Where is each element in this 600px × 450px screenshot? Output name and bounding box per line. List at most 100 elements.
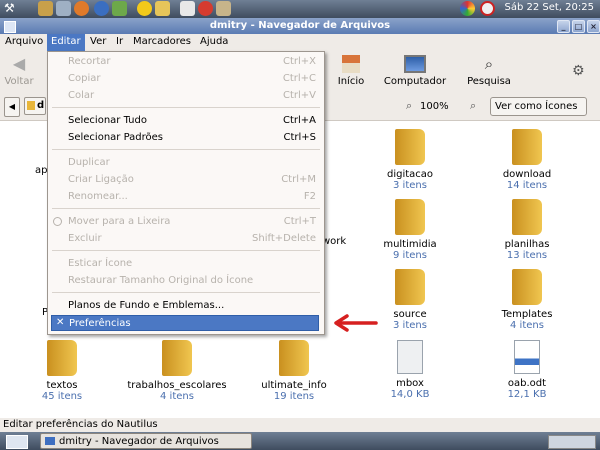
folder-item[interactable]: planilhas 13 itens [472,199,582,261]
folder-item[interactable]: ultimate_info 19 itens [239,340,349,402]
menu-arquivo[interactable]: Arquivo [5,36,43,47]
file-item[interactable]: mbox 14,0 KB [355,340,465,400]
footprint-menu-icon[interactable]: ⚒ [4,1,19,16]
minimize-button[interactable]: _ [557,20,570,33]
path-folder-icon [27,101,35,110]
cut-label: Recortar [68,56,111,67]
file-item[interactable]: oab.odt 12,1 KB [472,340,582,400]
home-launcher-icon[interactable] [38,1,53,16]
stretch-label: Esticar Ícone [68,258,133,269]
folder-icon [395,129,425,165]
menu-item-restore-icon-size[interactable]: Restaurar Tamanho Original do Ícone [48,273,324,289]
close-button[interactable]: × [587,20,600,33]
menu-separator [52,208,320,209]
file-name: download [502,169,552,180]
folder-item[interactable]: Templates 4 itens [472,269,582,331]
menu-item-duplicate[interactable]: Duplicar [48,155,324,171]
document-launcher-icon[interactable] [180,1,195,16]
partial-file-label: ap [35,165,48,176]
menu-item-make-link[interactable]: Criar Ligação Ctrl+M [48,172,324,188]
menu-item-select-pattern[interactable]: Selecionar Padrões Ctrl+S [48,130,324,146]
file-name: mbox [396,378,424,389]
menu-item-copy[interactable]: Copiar Ctrl+C [48,71,324,87]
preferences-tools-icon: ✕ [56,317,65,328]
menu-item-move-to-trash[interactable]: Mover para a Lixeira Ctrl+T [48,214,324,230]
stop-launcher-icon[interactable] [198,1,213,16]
copy-label: Copiar [68,73,101,84]
clock[interactable]: Sáb 22 Set, 20:25 [504,2,594,13]
menu-item-backgrounds[interactable]: Planos de Fundo e Emblemas... [48,298,324,314]
menu-item-stretch-icon[interactable]: Esticar Ícone [48,256,324,272]
window-title: dmitry - Navegador de Arquivos [209,20,391,31]
mail-launcher-icon[interactable] [155,1,170,16]
window-app-icon [45,437,55,445]
file-name: oab.odt [507,378,547,389]
search-icon: ⌕ [484,55,494,73]
file-info: 3 itens [393,180,427,191]
menu-separator [52,149,320,150]
package-launcher-icon[interactable] [216,1,231,16]
file-info: 14,0 KB [390,389,430,400]
bottom-panel: dmitry - Navegador de Arquivos [0,432,600,450]
folder-item[interactable]: textos 45 itens [7,340,117,402]
maximize-button[interactable]: □ [572,20,585,33]
browser-launcher-icon[interactable] [74,1,89,16]
copy-shortcut: Ctrl+C [282,73,316,84]
back-label: Voltar [4,76,34,87]
menu-marcadores[interactable]: Marcadores [133,36,191,47]
make-link-label: Criar Ligação [68,174,134,185]
file-name: ultimate_info [261,380,327,391]
zoom-level[interactable]: 100% [420,101,449,112]
preferences-label: Preferências [69,318,131,329]
trash-launcher-icon[interactable] [56,1,71,16]
network-status-icon[interactable] [480,1,495,16]
computer-button[interactable]: Computador [382,55,448,87]
home-label: Início [337,76,365,87]
zoom-in-icon[interactable]: ⌕ [470,99,476,113]
search-button[interactable]: ⌕ Pesquisa [464,55,514,87]
file-info: 13 itens [506,250,548,261]
paste-shortcut: Ctrl+V [282,90,316,101]
search-label: Pesquisa [467,76,511,87]
tool-launcher-icon[interactable] [112,1,127,16]
view-mode-select[interactable]: Ver como Ícones [490,97,587,116]
menu-item-select-all[interactable]: Selecionar Tudo Ctrl+A [48,113,324,129]
duplicate-label: Duplicar [68,157,110,168]
menu-item-cut[interactable]: Recortar Ctrl+X [48,54,324,70]
menu-ir[interactable]: Ir [116,36,123,47]
file-info: 19 itens [273,391,315,402]
folder-item[interactable]: trabalhos_escolares 4 itens [122,340,232,402]
file-info: 9 itens [393,250,427,261]
menu-ajuda[interactable]: Ajuda [200,36,228,47]
status-bar: Editar preferências do Nautilus [0,418,600,432]
window-titlebar[interactable]: dmitry - Navegador de Arquivos _ □ × [0,18,600,34]
folder-item[interactable]: download 14 itens [472,129,582,191]
zoom-out-icon[interactable]: ⌕ [406,99,412,113]
update-notifier-icon[interactable] [460,1,475,16]
menu-separator [52,292,320,293]
taskbar-window-button[interactable]: dmitry - Navegador de Arquivos [40,433,252,449]
folder-item[interactable]: digitacao 3 itens [355,129,465,191]
show-desktop-icon[interactable] [6,435,28,449]
back-button[interactable]: ◀ Voltar [3,55,35,88]
help-launcher-icon[interactable] [94,1,109,16]
computer-icon [404,55,426,73]
menu-ver[interactable]: Ver [90,36,106,47]
file-name: textos [46,380,78,391]
file-info: 4 itens [160,391,194,402]
location-back-button[interactable]: ◀ [4,97,20,117]
menu-editar[interactable]: Editar [47,34,85,51]
workspace-switcher[interactable] [548,435,596,449]
folder-icon [512,269,542,305]
menu-item-delete[interactable]: Excluir Shift+Delete [48,231,324,247]
path-button-home[interactable]: d [24,97,46,115]
folder-item[interactable]: multimidia 9 itens [355,199,465,261]
folder-icon [395,269,425,305]
file-name: multimidia [383,239,437,250]
home-button[interactable]: Início [333,55,369,87]
menu-item-rename[interactable]: Renomear... F2 [48,189,324,205]
media-launcher-icon[interactable] [137,1,152,16]
menu-item-paste[interactable]: Colar Ctrl+V [48,88,324,104]
no-entry-icon [53,217,62,226]
menu-item-preferences[interactable]: ✕ Preferências [51,315,319,331]
